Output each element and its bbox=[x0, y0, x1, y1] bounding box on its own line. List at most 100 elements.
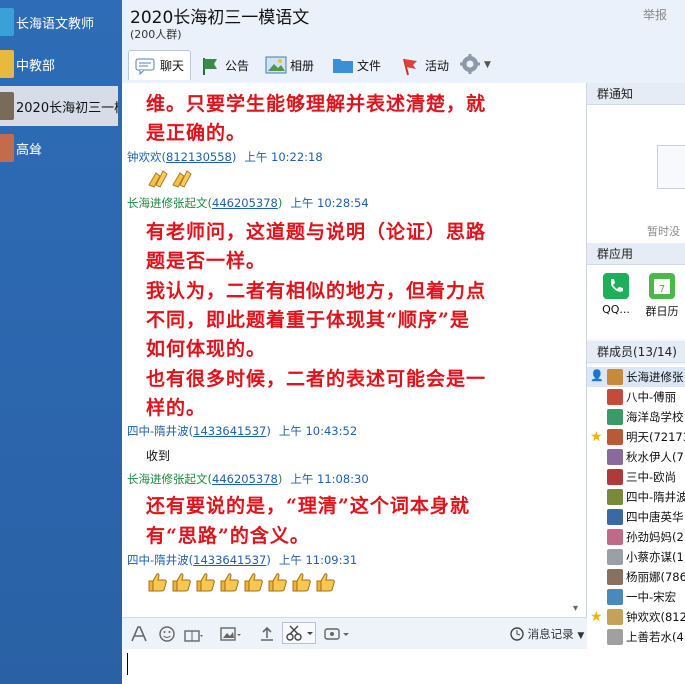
sender-id[interactable]: 1433641537 bbox=[193, 424, 266, 438]
paren: ) bbox=[277, 196, 283, 210]
member-row[interactable]: 海洋岛学校 bbox=[587, 407, 685, 427]
member-row[interactable]: 👤 长海进修张 bbox=[587, 367, 685, 387]
member-name: 一中-宋宏 bbox=[626, 590, 677, 604]
member-row[interactable]: 四中唐英华 bbox=[587, 507, 685, 527]
upload-icon[interactable] bbox=[258, 626, 276, 642]
message-list[interactable]: 维。只要学生能够理解并表述清楚，就 是正确的。 钟欢欢(812130558) 上午… bbox=[122, 83, 587, 617]
member-row[interactable]: 四中-隋井波 bbox=[587, 487, 685, 507]
sidebar-item-gaosong[interactable]: 高耸 bbox=[0, 128, 122, 168]
calendar-icon: 7 bbox=[649, 273, 675, 299]
member-name: 明天(72173 bbox=[626, 430, 685, 444]
group-apps: QQ... 7 群日历 bbox=[587, 265, 685, 339]
group-member-count: (200人群) bbox=[130, 28, 182, 41]
more-tools-icon[interactable] bbox=[324, 626, 352, 642]
thumbs-up-icon bbox=[218, 571, 242, 593]
tab-bar: 聊天 公告 相册 文件 活动 ▼ bbox=[122, 45, 685, 83]
more-apps-button[interactable]: ▼ bbox=[459, 50, 491, 80]
photo-icon bbox=[265, 56, 287, 74]
tab-label: 公告 bbox=[225, 58, 250, 73]
message-header: 长海进修张起文(446205378) 上午 10:28:54 bbox=[127, 195, 369, 211]
member-name: 四中-隋井波 bbox=[626, 490, 685, 504]
sidebar-item-current-group[interactable]: 2020长海初三一模 bbox=[0, 86, 118, 126]
message-time: 上午 10:22:18 bbox=[244, 150, 323, 164]
sidebar-item-label: 中教部 bbox=[16, 58, 56, 74]
member-name: 海洋岛学校 bbox=[626, 410, 684, 424]
avatar bbox=[607, 429, 623, 445]
tab-chat[interactable]: 聊天 bbox=[128, 50, 192, 80]
member-row[interactable]: 一中-宋宏 bbox=[587, 587, 685, 607]
sender-id[interactable]: 446205378 bbox=[212, 472, 278, 486]
notice-box: 暂时没 bbox=[587, 105, 685, 243]
member-row[interactable]: 小蔡亦谋(1 bbox=[587, 547, 685, 567]
message-header: 四中-隋井波(1433641537) 上午 10:43:52 bbox=[127, 423, 357, 439]
members-heading: 群成员(13/14) bbox=[587, 341, 685, 363]
app-calendar[interactable]: 7 群日历 bbox=[637, 273, 685, 319]
activity-flag-icon bbox=[400, 56, 420, 76]
message-input[interactable] bbox=[122, 649, 587, 684]
star-icon: ★ bbox=[590, 429, 603, 445]
member-name: 小蔡亦谋(1 bbox=[626, 550, 684, 564]
message-log-label: 消息记录 bbox=[527, 627, 574, 641]
member-row[interactable]: 秋水伊人(7 bbox=[587, 447, 685, 467]
message-header: 钟欢欢(812130558) 上午 10:22:18 bbox=[127, 149, 323, 165]
gift-icon[interactable] bbox=[184, 626, 203, 642]
message-text: 我认为，二者有相似的地方，但着力点 bbox=[146, 280, 487, 302]
sidebar-item-middle-school[interactable]: 中教部 bbox=[0, 44, 122, 84]
message-text: 维。只要学生能够理解并表述清楚，就 bbox=[146, 93, 487, 115]
app-label: 群日历 bbox=[645, 305, 679, 318]
chat-icon bbox=[135, 57, 155, 75]
scroll-down-icon[interactable]: ▾ bbox=[573, 603, 578, 614]
message-log-button[interactable]: 消息记录 ▼ bbox=[510, 626, 584, 644]
member-row[interactable]: 孙劲妈妈(2 bbox=[587, 527, 685, 547]
avatar bbox=[607, 369, 623, 385]
avatar bbox=[607, 589, 623, 605]
sidebar-item-label: 2020长海初三一模 bbox=[16, 100, 118, 116]
sender-id[interactable]: 1433641537 bbox=[193, 553, 266, 567]
paren: ) bbox=[266, 553, 271, 567]
member-row[interactable]: 杨丽娜(7868 bbox=[587, 567, 685, 587]
member-name: 长海进修张 bbox=[626, 370, 684, 384]
thumbs-up-icon bbox=[266, 571, 290, 593]
avatar bbox=[607, 569, 623, 585]
member-row[interactable]: 上善若水(4 bbox=[587, 627, 685, 647]
message-text: 收到 bbox=[146, 449, 171, 463]
member-list[interactable]: 👤 长海进修张 八中-傅丽海洋岛学校 ★ 明天(72173 秋水伊人(7 三中-欧尚四中-隋… bbox=[587, 365, 685, 684]
gear-icon bbox=[459, 53, 481, 78]
sender-name[interactable]: 长海进修张起文 bbox=[127, 196, 208, 210]
sender-name[interactable]: 四中-隋井波 bbox=[127, 553, 189, 567]
emoji-icon[interactable] bbox=[158, 626, 176, 642]
sender-name[interactable]: 钟欢欢 bbox=[127, 150, 162, 164]
image-icon[interactable] bbox=[220, 626, 241, 642]
message-text: 还有要说的是，“理清”这个词本身就 bbox=[146, 495, 470, 517]
sender-name[interactable]: 四中-隋井波 bbox=[127, 424, 189, 438]
member-row[interactable]: 八中-傅丽 bbox=[587, 387, 685, 407]
sender-id[interactable]: 446205378 bbox=[212, 196, 278, 210]
tab-activity[interactable]: 活动 bbox=[400, 50, 449, 80]
screenshot-button[interactable] bbox=[282, 622, 316, 644]
tab-label: 活动 bbox=[425, 58, 450, 73]
message-text: 如何体现的。 bbox=[146, 338, 267, 360]
sender-name[interactable]: 长海进修张起文 bbox=[127, 472, 208, 486]
sender-id[interactable]: 812130558 bbox=[166, 150, 232, 164]
member-row[interactable]: ★ 明天(72173 bbox=[587, 427, 685, 447]
clapping-hands-icon bbox=[170, 167, 194, 189]
report-link[interactable]: 举报 bbox=[643, 6, 667, 23]
member-row[interactable]: 三中-欧尚 bbox=[587, 467, 685, 487]
tab-album[interactable]: 相册 bbox=[265, 50, 314, 80]
tab-announcement[interactable]: 公告 bbox=[200, 50, 249, 80]
member-row[interactable]: ★ 钟欢欢(812 bbox=[587, 607, 685, 627]
phone-icon bbox=[603, 273, 629, 299]
notice-document-icon bbox=[657, 145, 685, 189]
member-name: 上善若水(4 bbox=[626, 630, 684, 644]
message-time: 上午 11:08:30 bbox=[290, 472, 369, 486]
sidebar-item-chinese-teachers[interactable]: 长海语文教师 bbox=[0, 2, 122, 42]
notice-empty-text: 暂时没 bbox=[647, 225, 680, 238]
member-name: 钟欢欢(812 bbox=[626, 610, 685, 624]
app-qq[interactable]: QQ... bbox=[591, 273, 641, 316]
font-icon[interactable] bbox=[130, 626, 148, 642]
tab-files[interactable]: 文件 bbox=[332, 50, 381, 80]
star-icon: ★ bbox=[590, 609, 603, 625]
sidebar: 长海语文教师 中教部 2020长海初三一模 高耸 bbox=[0, 0, 122, 684]
chevron-down-icon: ▼ bbox=[577, 631, 585, 641]
thumbs-up-icon bbox=[290, 571, 314, 593]
